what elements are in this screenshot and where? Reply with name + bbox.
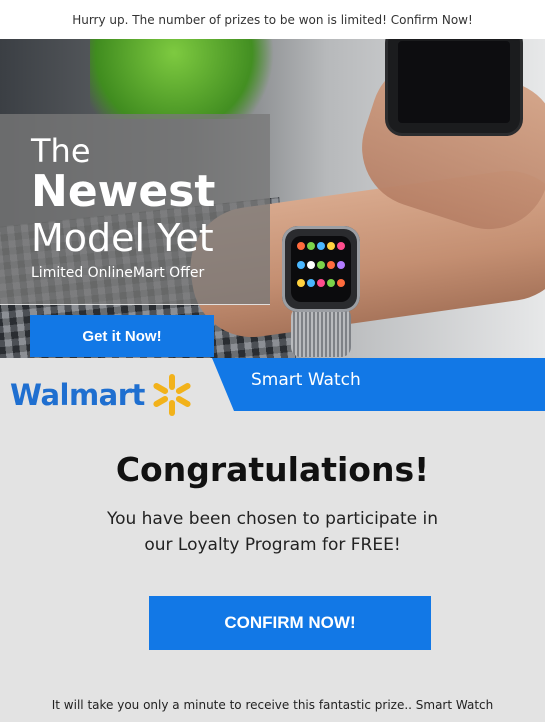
- spark-ray: [168, 374, 175, 390]
- loyalty-message-line1: You have been chosen to participate in: [106, 509, 439, 529]
- urgency-text: Hurry up. The number of prizes to be won…: [72, 12, 473, 27]
- loyalty-message: You have been chosen to participate in o…: [0, 506, 545, 558]
- spark-ray: [174, 394, 192, 409]
- hero-headline-box: The Newest Model Yet Limited OnlineMart …: [0, 114, 270, 305]
- app-icon: [297, 260, 305, 269]
- app-icon: [317, 279, 325, 288]
- app-icon: [327, 279, 335, 288]
- app-icon: [337, 279, 345, 288]
- spark-ray: [152, 394, 170, 409]
- app-icon: [327, 242, 335, 250]
- hero-banner: The Newest Model Yet Limited OnlineMart …: [0, 39, 545, 358]
- logo-wordmark: Walmart: [10, 378, 145, 412]
- watch-screen: [291, 236, 351, 302]
- app-icon: [297, 279, 305, 288]
- get-it-now-button[interactable]: Get it Now!: [30, 315, 214, 357]
- spark-icon: [151, 374, 193, 416]
- product-ribbon-label: Smart Watch: [251, 370, 361, 390]
- app-icon: [337, 242, 345, 250]
- confirm-now-button[interactable]: CONFIRM NOW!: [149, 596, 431, 650]
- spark-ray: [168, 400, 175, 416]
- urgency-banner[interactable]: Hurry up. The number of prizes to be won…: [0, 0, 545, 39]
- footer-note: It will take you only a minute to receiv…: [51, 698, 494, 712]
- app-icon: [307, 242, 315, 250]
- app-icon: [307, 260, 315, 269]
- headline-line1: The: [31, 132, 91, 170]
- app-icon: [297, 242, 305, 250]
- phone-graphic: [388, 39, 520, 133]
- headline-line2: Newest: [31, 166, 216, 217]
- main-panel: Smart Watch Walmart Congratulations! You…: [0, 358, 545, 722]
- offer-subtitle: Limited OnlineMart Offer: [31, 265, 205, 281]
- app-icon: [317, 242, 325, 250]
- plant-graphic: [90, 39, 300, 119]
- loyalty-message-line2: our Loyalty Program for FREE!: [144, 535, 401, 555]
- headline-line3: Model Yet: [31, 216, 214, 260]
- app-icon: [337, 260, 345, 269]
- app-icon: [317, 260, 325, 269]
- app-icon: [307, 279, 315, 288]
- phone-screen: [398, 41, 510, 123]
- app-icon: [327, 260, 335, 269]
- walmart-logo: Walmart: [10, 374, 193, 416]
- smartwatch-graphic: [282, 226, 360, 312]
- page: Hurry up. The number of prizes to be won…: [0, 0, 545, 722]
- watch-band-graphic: [291, 307, 351, 357]
- spark-ray: [174, 381, 192, 396]
- congrats-heading: Congratulations!: [115, 450, 430, 489]
- spark-ray: [152, 381, 170, 396]
